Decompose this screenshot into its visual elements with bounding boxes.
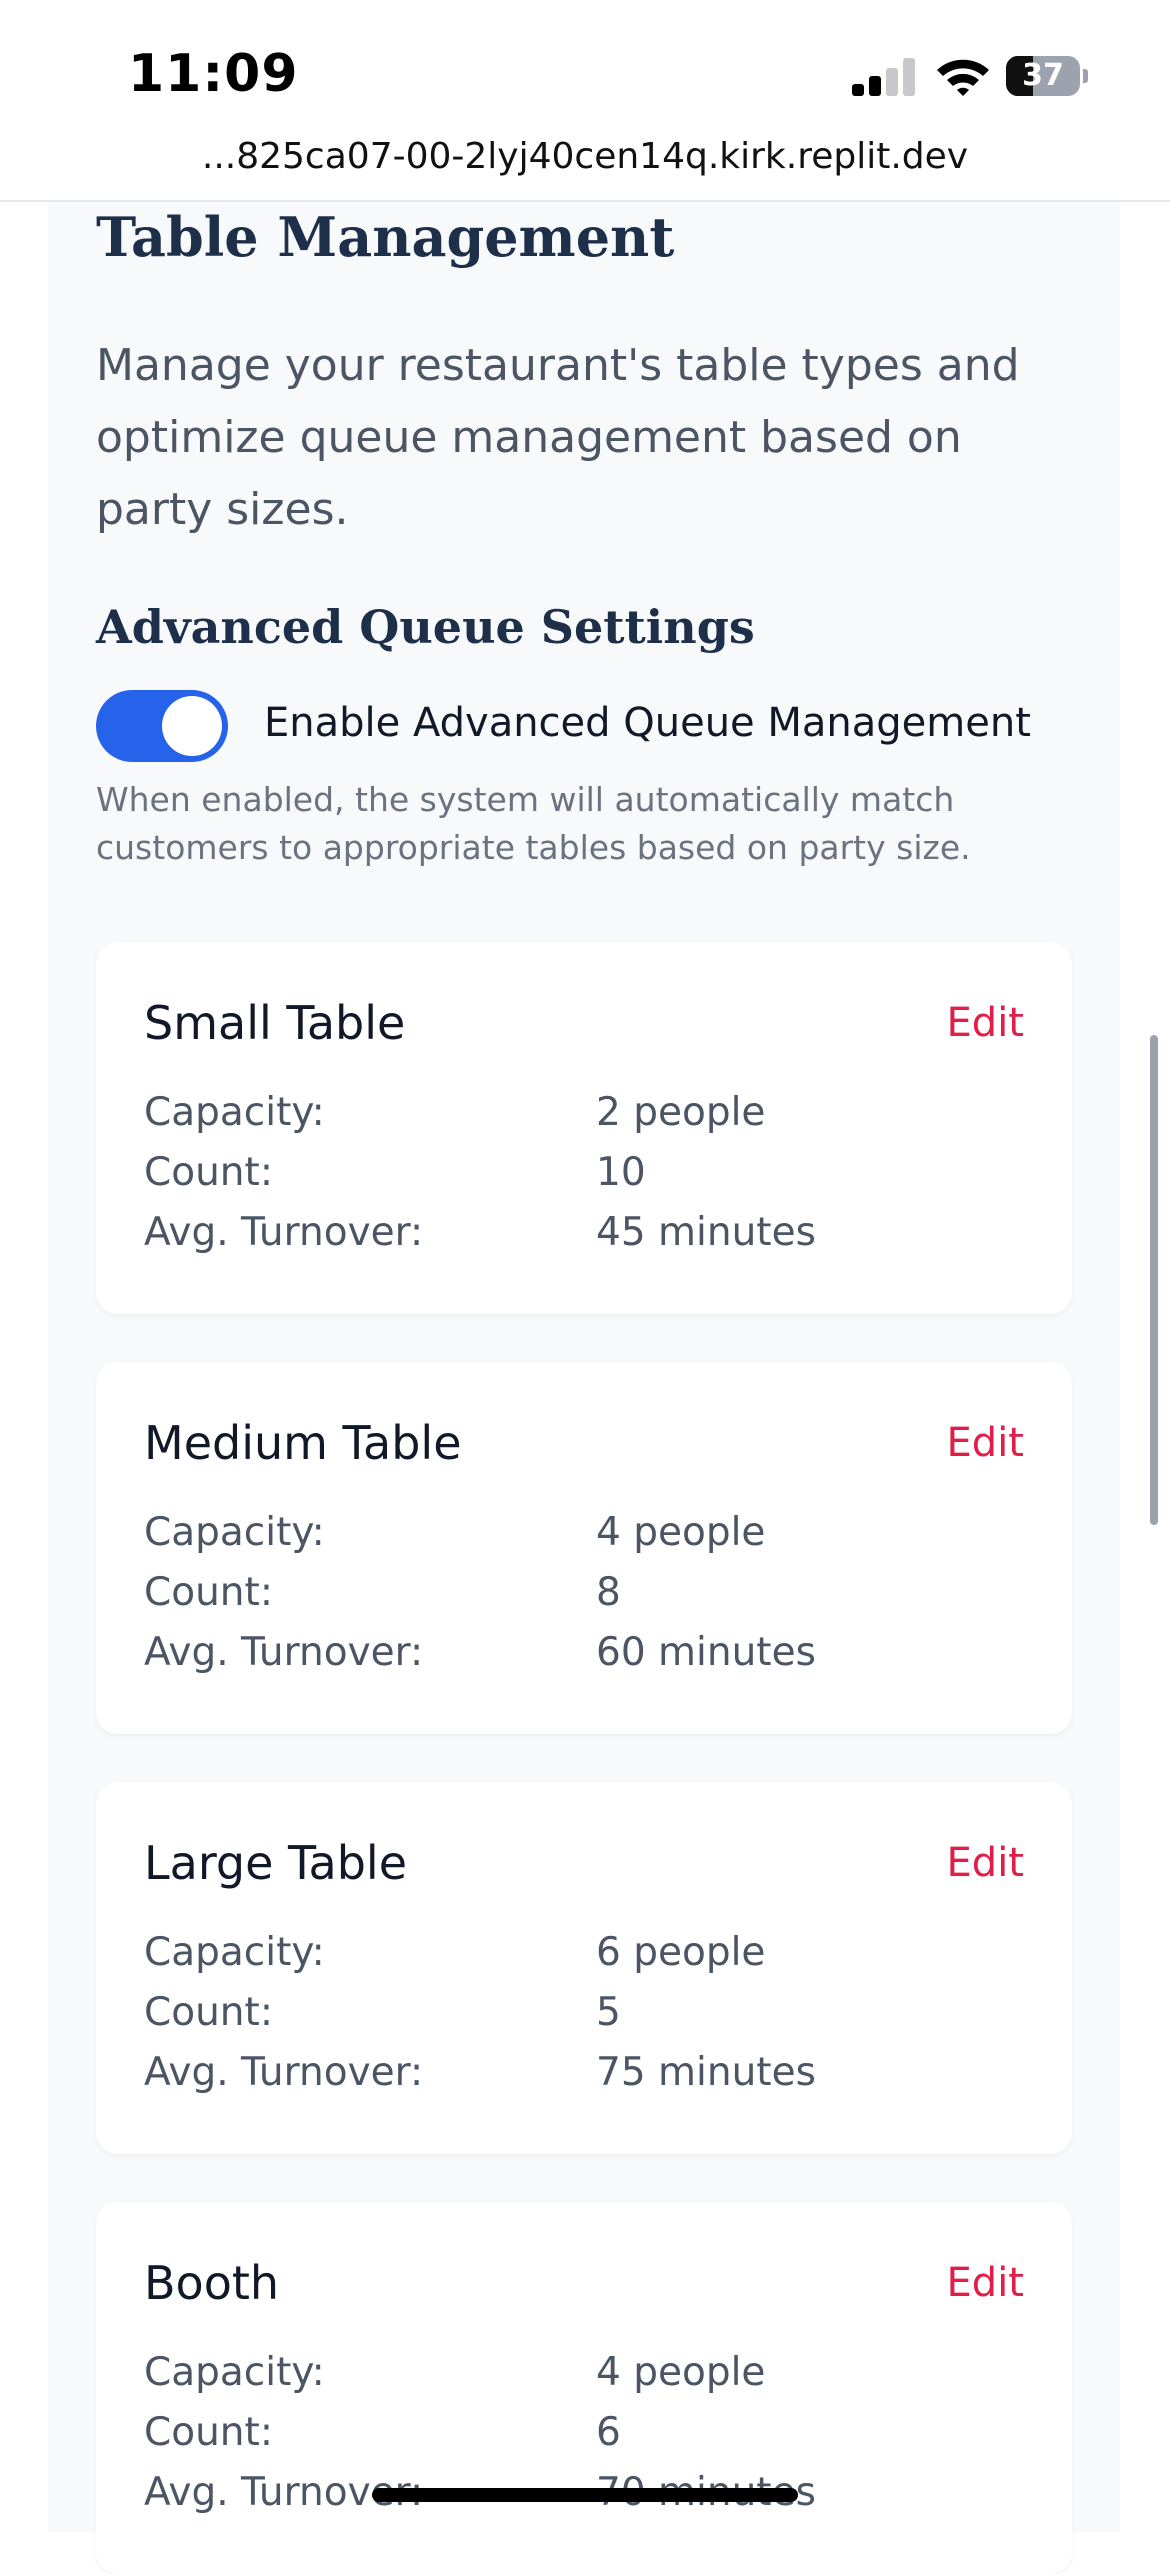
page-description: Manage your restaurant's table types and…: [96, 340, 1020, 535]
capacity-label: Capacity:: [144, 1930, 325, 1975]
count-value: 6: [596, 2410, 621, 2455]
capacity-value: 6 people: [596, 1930, 766, 1975]
advanced-queue-toggle-label: Enable Advanced Queue Management: [264, 700, 1031, 746]
table-card-small: Small Table Edit Capacity: 2 people Coun…: [96, 942, 1072, 1314]
battery-icon: 37: [1006, 56, 1088, 98]
capacity-value: 4 people: [596, 2350, 766, 2395]
status-time: 11:09: [128, 44, 299, 104]
advanced-queue-help-text: When enabled, the system will automatica…: [96, 780, 971, 867]
capacity-label: Capacity:: [144, 2350, 325, 2395]
table-card-large: Large Table Edit Capacity: 6 people Coun…: [96, 1782, 1072, 2154]
home-indicator[interactable]: [372, 2488, 798, 2502]
cellular-signal-icon: [852, 58, 916, 96]
count-value: 8: [596, 1570, 621, 1615]
wifi-icon: [937, 59, 989, 96]
scrollbar[interactable]: [1150, 1035, 1158, 1525]
page-title: Table Management: [96, 205, 675, 269]
table-name: Small Table: [144, 996, 406, 1050]
count-value: 10: [596, 1150, 646, 1195]
turnover-label: Avg. Turnover:: [144, 1210, 424, 1255]
capacity-value: 2 people: [596, 1090, 766, 1135]
count-label: Count:: [144, 2410, 273, 2455]
turnover-label: Avg. Turnover:: [144, 2050, 424, 2095]
edit-button[interactable]: Edit: [947, 1000, 1024, 1046]
capacity-label: Capacity:: [144, 1510, 325, 1555]
capacity-label: Capacity:: [144, 1090, 325, 1135]
count-value: 5: [596, 1990, 621, 2035]
edit-button[interactable]: Edit: [947, 1420, 1024, 1466]
capacity-value: 4 people: [596, 1510, 766, 1555]
table-name: Medium Table: [144, 1416, 462, 1470]
table-name: Booth: [144, 2256, 280, 2310]
address-bar-url[interactable]: ...825ca07-00-2lyj40cen14q.kirk.replit.d…: [0, 136, 1170, 177]
edit-button[interactable]: Edit: [947, 1840, 1024, 1886]
table-card-booth: Booth Edit Capacity: 4 people Count: 6 A…: [96, 2202, 1072, 2574]
count-label: Count:: [144, 1150, 273, 1195]
battery-percent: 37: [1022, 58, 1064, 93]
turnover-value: 45 minutes: [596, 1210, 816, 1255]
turnover-value: 75 minutes: [596, 2050, 816, 2095]
turnover-value: 60 minutes: [596, 1630, 816, 1675]
queue-settings-title: Advanced Queue Settings: [96, 600, 755, 654]
turnover-label: Avg. Turnover:: [144, 1630, 424, 1675]
status-bar: 11:09 37 ...825ca07-00-2lyj40cen14q.kirk…: [0, 0, 1170, 177]
table-card-medium: Medium Table Edit Capacity: 4 people Cou…: [96, 1362, 1072, 1734]
count-label: Count:: [144, 1990, 273, 2035]
toggle-knob: [162, 696, 222, 756]
table-name: Large Table: [144, 1836, 407, 1890]
advanced-queue-toggle[interactable]: [96, 690, 228, 762]
edit-button[interactable]: Edit: [947, 2260, 1024, 2306]
count-label: Count:: [144, 1570, 273, 1615]
